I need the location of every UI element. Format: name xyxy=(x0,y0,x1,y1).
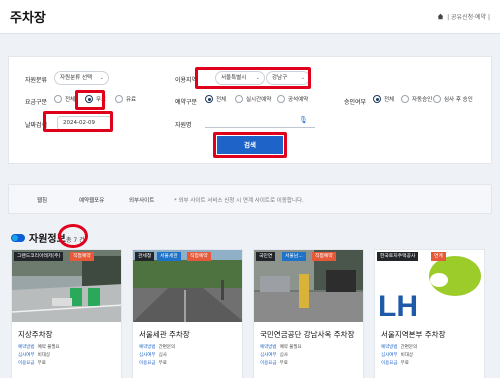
date-label: 날짜검색 xyxy=(25,122,48,129)
direct-reserve-badge: 직접예약 xyxy=(187,252,211,261)
resource-card[interactable]: 국민연 서울남... 직접예약 국민연금공단 강남사옥 주차장 예약방법 예약 불… xyxy=(253,249,364,378)
external-note: * 외부 사이트 서비스 신청 시 연계 사이트로 이동합니다. xyxy=(174,198,304,204)
card-meta-row: 심사여부 비대상 xyxy=(18,353,50,358)
reservation-radio-all[interactable]: 전체 xyxy=(205,95,226,103)
page: 주차장 | 공유신청·예약 | 자원분류 자원분류 선택 ⌄ 이용지역 서울특별… xyxy=(0,0,500,378)
org-badge: 그랜드코리아레저(주) xyxy=(14,252,64,261)
resource-card[interactable]: 그랜드코리아레저(주) 직접예약 지상주차장 예약방법 예약 불필요 심사여부 비대… xyxy=(11,249,122,378)
tab-reservation[interactable]: 예약웹포유 xyxy=(79,196,104,204)
branch-badge: 서울남... xyxy=(282,252,306,261)
toggle-icon xyxy=(11,233,25,242)
resource-card[interactable]: 관세청 서울세관 직접예약 서울세관 주차장 예약방법 간편문의 심사여부 심사 이… xyxy=(132,249,243,378)
chevron-down-icon: ⌄ xyxy=(99,75,104,81)
direct-reserve-badge: 직접예약 xyxy=(312,252,336,261)
section-title: 자원정보 xyxy=(11,230,66,245)
header: 주차장 | 공유신청·예약 | xyxy=(0,0,500,34)
resource-type-label: 자원분류 xyxy=(25,77,48,84)
card-meta-row: 이용요금 무료 xyxy=(260,361,288,366)
resource-card[interactable]: LH 한국토지주택공사 연계 서울지역본부 주차장 예약방법 간편문의 심사여부 비… xyxy=(374,249,485,378)
tab-web[interactable]: 웹침 xyxy=(37,196,47,204)
branch-badge: 서울세관 xyxy=(157,252,181,261)
reservation-type-label: 예약구분 xyxy=(175,99,198,106)
approval-radio-review[interactable]: 심사 후 승인 xyxy=(433,95,473,103)
card-meta-row: 예약방법 간편문의 xyxy=(381,345,418,350)
reservation-radio-realtime[interactable]: 실시간예약 xyxy=(235,95,271,103)
card-title: 서울지역본부 주차장 xyxy=(381,330,446,339)
tabs-bar: 웹침 예약웹포유 외부사이트 * 외부 사이트 서비스 신청 시 연계 사이트로… xyxy=(8,184,492,214)
org-badge: 관세청 xyxy=(135,252,155,261)
card-title: 지상주차장 xyxy=(18,330,53,339)
breadcrumb-text[interactable]: | 공유신청·예약 | xyxy=(447,12,490,21)
approval-label: 승인여부 xyxy=(344,99,367,106)
microphone-icon[interactable]: 🎙 xyxy=(299,116,308,124)
resource-type-value: 자원분류 선택 xyxy=(60,75,93,81)
region-city-select[interactable]: 서울특별시 ⌄ xyxy=(215,71,265,85)
fee-radio-paid[interactable]: 유료 xyxy=(115,95,136,103)
chevron-down-icon: ⌄ xyxy=(300,75,305,81)
fee-radio-free[interactable]: 무료 xyxy=(85,95,106,103)
reservation-radio-vacancy[interactable]: 공석예약 xyxy=(277,95,308,103)
card-meta-row: 예약방법 간편문의 xyxy=(139,345,176,350)
fee-label: 요금구분 xyxy=(25,99,48,106)
approval-radio-auto[interactable]: 자동승인 xyxy=(401,95,432,103)
region-district-select[interactable]: 강남구 ⌄ xyxy=(266,71,310,85)
date-input[interactable]: 2024-02-09 xyxy=(57,116,113,130)
resource-name-label: 자원명 xyxy=(175,122,192,129)
home-icon[interactable] xyxy=(437,13,444,20)
chevron-down-icon: ⌄ xyxy=(255,75,260,81)
tab-external[interactable]: 외부사이트 xyxy=(129,196,154,204)
card-meta-row: 이용요금 무료 xyxy=(139,361,167,366)
card-meta-row: 예약방법 예약 불필요 xyxy=(18,345,60,350)
card-meta-row: 심사여부 심사 xyxy=(260,353,288,358)
region-label: 이용지역 xyxy=(175,77,198,84)
card-title: 서울세관 주차장 xyxy=(139,330,190,339)
fee-radio-all[interactable]: 전체 xyxy=(54,95,75,103)
card-meta-row: 심사여부 심사 xyxy=(139,353,167,358)
card-meta-row: 예약방법 예약 불필요 xyxy=(260,345,302,350)
card-meta-row: 이용요금 무료 xyxy=(18,361,46,366)
card-meta-row: 심사여부 비대상 xyxy=(381,353,413,358)
card-title: 국민연금공단 강남사옥 주차장 xyxy=(260,330,355,339)
results-title: 자원정보 xyxy=(29,234,66,245)
card-meta-row: 이용요금 무료 xyxy=(381,361,409,366)
approval-radio-all[interactable]: 전체 xyxy=(373,95,394,103)
org-badge: 국민연 xyxy=(256,252,276,261)
direct-reserve-badge: 직접예약 xyxy=(70,252,94,261)
org-badge: 한국토지주택공사 xyxy=(377,252,419,261)
region-district-value: 강남구 xyxy=(272,75,288,81)
svg-text:LH: LH xyxy=(378,290,418,322)
linked-badge: 연계 xyxy=(431,252,446,261)
region-city-value: 서울특별시 xyxy=(221,75,247,81)
breadcrumb: | 공유신청·예약 | xyxy=(437,12,490,21)
page-title: 주차장 xyxy=(10,11,46,26)
search-button[interactable]: 검색 xyxy=(217,136,283,154)
results-count: 총 7 건 xyxy=(66,237,85,244)
resource-type-select[interactable]: 자원분류 선택 ⌄ xyxy=(54,71,109,85)
